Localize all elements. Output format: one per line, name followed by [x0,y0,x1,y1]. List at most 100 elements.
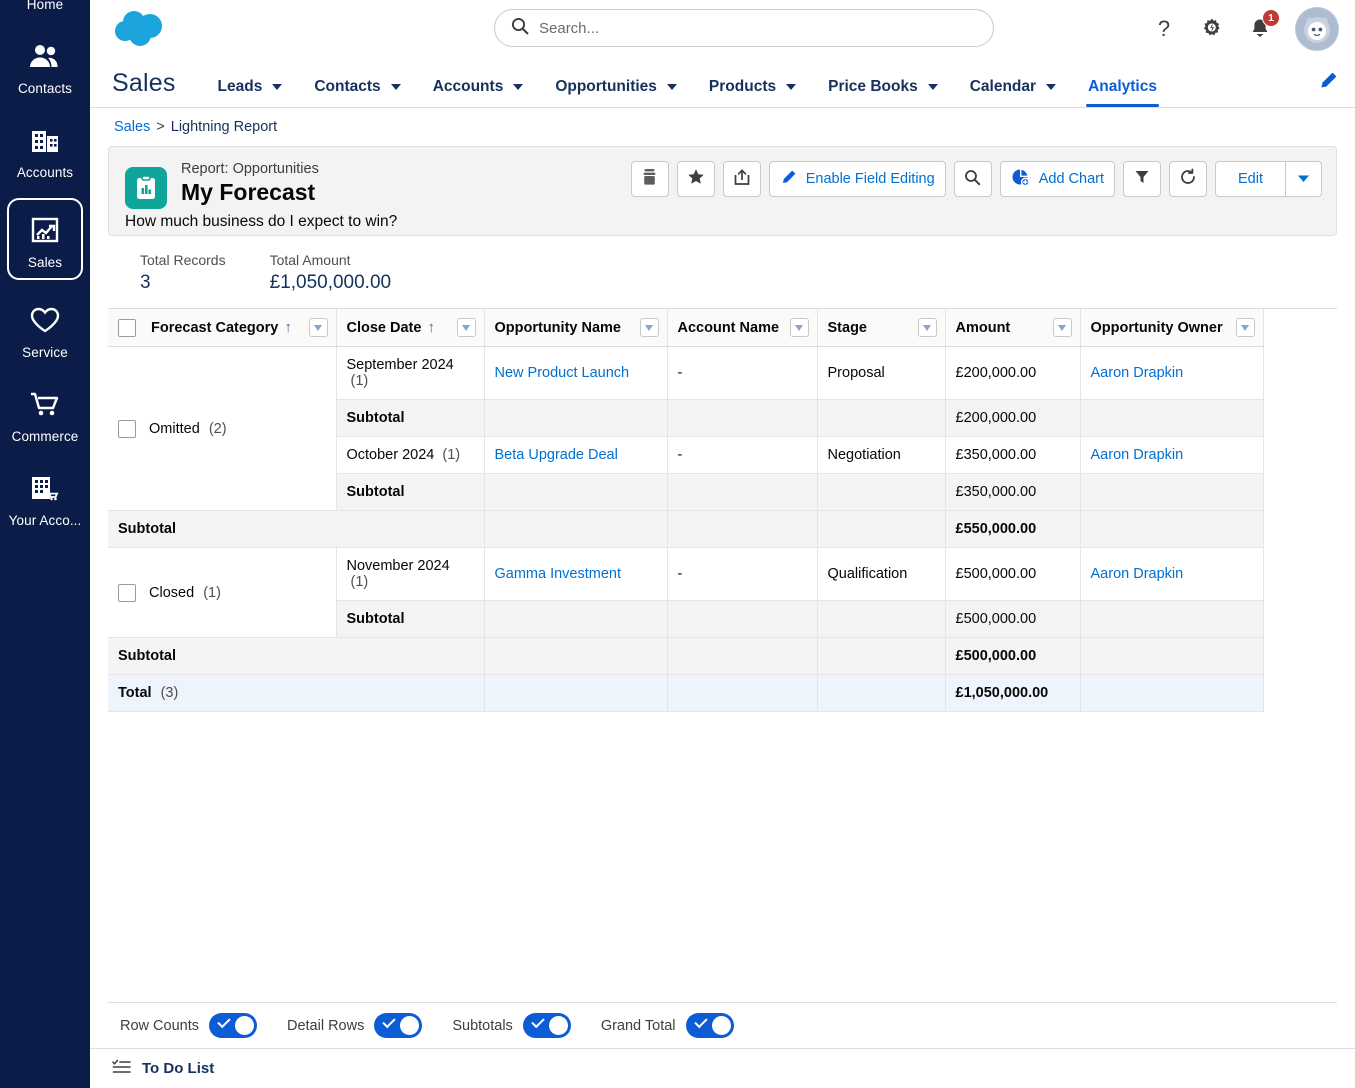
avatar[interactable] [1295,7,1339,51]
breadcrumb-root-link[interactable]: Sales [114,119,150,135]
add-chart-button[interactable]: Add Chart [999,161,1115,197]
owner-link[interactable]: Aaron Drapkin [1091,365,1184,381]
report-table-wrapper: Forecast Category ↑ Close Date ↑ Opportu… [108,308,1337,712]
sort-ascending-icon[interactable]: ↑ [427,319,435,336]
column-header-opportunity-name[interactable]: Opportunity Name [484,309,668,347]
group-cell-closed[interactable]: Closed (1) [108,547,337,638]
owner-link[interactable]: Aaron Drapkin [1091,447,1184,463]
owner-link[interactable]: Aaron Drapkin [1091,566,1184,582]
toggle-grand-total[interactable]: Grand Total [601,1013,734,1038]
row-counts-switch[interactable] [208,1013,257,1038]
column-header-amount[interactable]: Amount [945,309,1081,347]
edit-navigation-pencil-icon[interactable] [1317,70,1339,107]
group-checkbox[interactable] [118,583,136,602]
detail-rows-switch[interactable] [374,1013,423,1038]
chevron-down-icon[interactable] [927,84,938,90]
column-label: Amount [955,319,1011,336]
cell-opportunity-name[interactable]: New Product Launch [484,346,668,400]
tab-calendar[interactable]: Calendar [954,78,1072,107]
group-cell-omitted[interactable]: Omitted (2) [108,346,337,511]
gear-icon[interactable] [1199,15,1225,43]
rail-item-home[interactable]: Home [6,0,84,16]
toggle-row-counts[interactable]: Row Counts [120,1013,257,1038]
column-menu-icon[interactable] [917,318,937,337]
tab-accounts[interactable]: Accounts [417,78,540,107]
chevron-down-icon[interactable] [666,84,677,90]
report-search-button[interactable] [953,161,992,197]
table-row[interactable]: Closed (1) November 2024 (1) Gamma Inves… [108,547,1264,638]
chevron-down-icon[interactable] [786,84,797,90]
column-header-stage[interactable]: Stage [817,309,946,347]
edit-button[interactable]: Edit [1215,161,1286,197]
enable-field-editing-button[interactable]: Enable Field Editing [768,161,946,197]
tab-contacts[interactable]: Contacts [298,78,416,107]
column-menu-icon[interactable] [1235,318,1255,337]
subtotals-switch[interactable] [522,1013,571,1038]
toggle-label: Grand Total [600,1017,676,1034]
refresh-icon [1179,168,1197,190]
chevron-down-icon[interactable] [1046,84,1057,90]
select-all-checkbox[interactable] [118,318,136,337]
column-menu-icon[interactable] [1052,318,1072,337]
enable-field-editing-label: Enable Field Editing [805,171,935,187]
opportunity-link[interactable]: Gamma Investment [495,566,622,582]
cell-opportunity-name[interactable]: Beta Upgrade Deal [484,436,668,474]
global-search[interactable] [494,9,994,47]
rail-item-contacts[interactable]: Contacts [6,30,84,100]
tab-analytics[interactable]: Analytics [1072,78,1173,107]
column-menu-icon[interactable] [456,318,476,337]
subtotal-label: Subtotal [336,473,485,511]
column-header-close-date[interactable]: Close Date ↑ [336,309,485,347]
cart-icon [23,384,67,424]
cell-owner[interactable]: Aaron Drapkin [1080,436,1264,474]
search-box[interactable] [494,9,994,47]
archive-button[interactable] [630,161,669,197]
edit-dropdown-button[interactable] [1286,161,1322,197]
sort-ascending-icon[interactable]: ↑ [284,319,292,336]
tab-leads[interactable]: Leads [202,78,299,107]
chevron-down-icon [1297,171,1310,187]
toggle-detail-rows[interactable]: Detail Rows [287,1013,423,1038]
cell-owner[interactable]: Aaron Drapkin [1080,547,1264,601]
tab-products[interactable]: Products [693,78,812,107]
cell-owner[interactable]: Aaron Drapkin [1080,346,1264,400]
chevron-down-icon[interactable] [390,84,401,90]
cell-empty [817,674,946,712]
filter-button[interactable] [1123,161,1161,197]
toggle-subtotals[interactable]: Subtotals [452,1013,571,1038]
close-date-value: October 2024 [346,447,435,463]
search-input[interactable] [539,19,977,37]
chevron-down-icon[interactable] [272,84,283,90]
opportunity-link[interactable]: New Product Launch [495,365,630,381]
opportunity-link[interactable]: Beta Upgrade Deal [495,447,618,463]
column-menu-icon[interactable] [789,318,809,337]
salesforce-cloud-logo[interactable] [110,6,172,52]
rail-item-your-account[interactable]: Your Acco... [6,462,84,532]
cell-opportunity-name[interactable]: Gamma Investment [484,547,668,601]
rail-item-sales[interactable]: Sales [7,198,83,280]
rail-item-service[interactable]: Service [6,294,84,364]
group-checkbox[interactable] [118,419,136,438]
column-menu-icon[interactable] [639,318,659,337]
grand-total-switch[interactable] [685,1013,734,1038]
column-header-forecast-category[interactable]: Forecast Category ↑ [108,309,337,347]
group-count: (2) [208,420,227,437]
notifications-bell-icon[interactable]: 1 [1247,9,1280,43]
table-row[interactable]: Omitted (2) September 2024 (1) New Produ… [108,346,1264,511]
favorite-button[interactable] [676,161,715,197]
column-header-opportunity-owner[interactable]: Opportunity Owner [1080,309,1264,347]
tab-opportunities[interactable]: Opportunities [539,78,693,107]
tab-price-books[interactable]: Price Books [812,78,954,107]
chevron-down-icon[interactable] [513,84,524,90]
share-button[interactable] [722,161,761,197]
report-header-card: Report: Opportunities My Forecast How mu… [108,146,1337,236]
refresh-button[interactable] [1169,161,1207,197]
group-subtotal-amount: £500,000.00 [945,637,1081,675]
rail-item-commerce[interactable]: Commerce [6,378,84,448]
table-row-group-subtotal: Subtotal £550,000.00 [108,510,1264,548]
help-icon[interactable]: ? [1151,15,1177,43]
column-header-account-name[interactable]: Account Name [667,309,818,347]
rail-item-accounts[interactable]: Accounts [6,114,84,184]
column-menu-icon[interactable] [308,318,328,337]
column-label: Stage [827,319,868,336]
